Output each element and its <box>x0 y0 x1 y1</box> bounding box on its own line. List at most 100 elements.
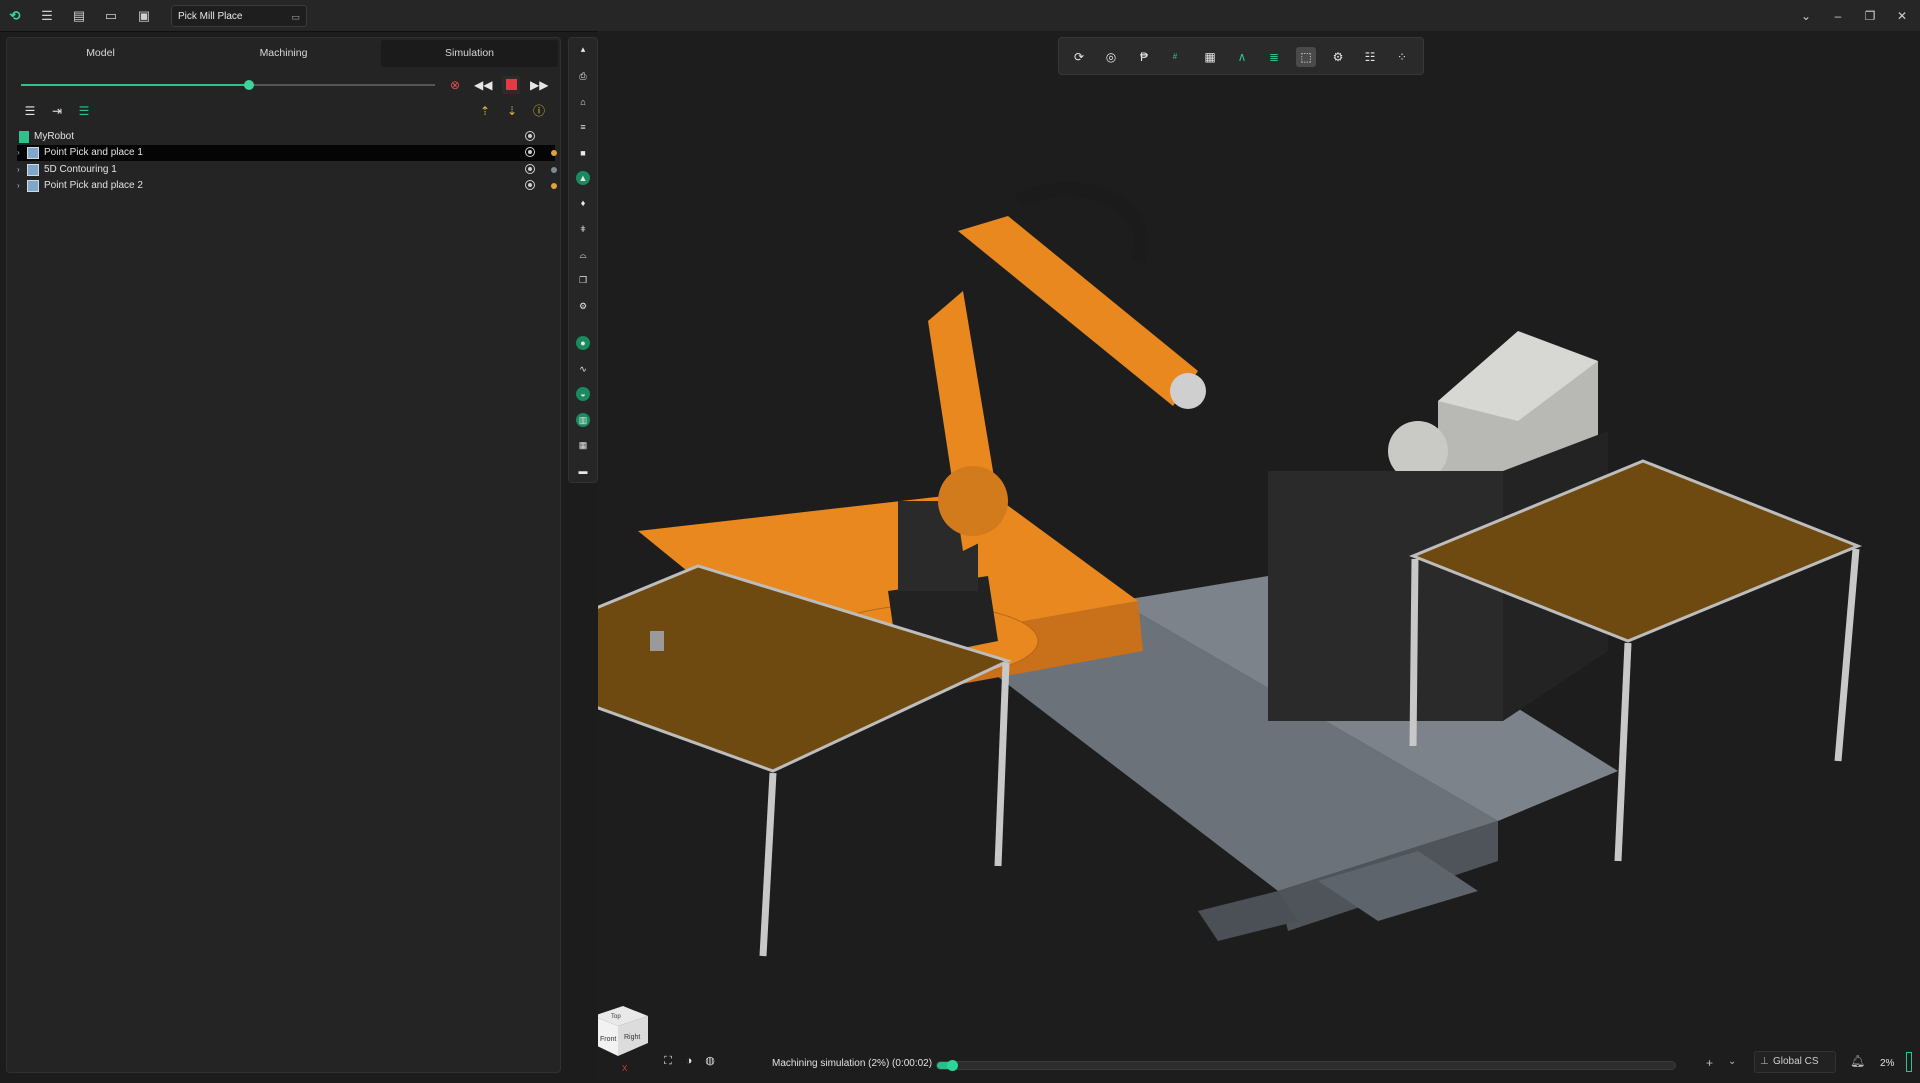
list-view-icon[interactable]: ☰ <box>21 102 39 120</box>
new-file-icon[interactable]: ▤ <box>70 7 88 25</box>
status-text: Machining simulation (2%) (0:00:02) <box>772 1058 933 1069</box>
viewport-toolbar: ⟳ ◎ ₱ # ▦ ∧ ≣ ⬚ ⚙ ☷ ⁘ <box>1058 37 1424 75</box>
collision-icon[interactable]: ⬚ <box>1296 47 1316 67</box>
expand-arrow-icon[interactable]: › <box>17 145 27 161</box>
document-menu-icon[interactable]: ▭ <box>291 6 300 28</box>
rewind-button[interactable]: ◀◀ <box>474 76 492 94</box>
status-dot <box>551 183 557 189</box>
detail-view-icon[interactable]: ☰ <box>75 102 93 120</box>
point-op-icon[interactable]: ● <box>576 336 590 350</box>
tab-simulation[interactable]: Simulation <box>381 40 558 67</box>
layers-icon[interactable]: ≣ <box>1264 47 1284 67</box>
visibility-eye-icon[interactable] <box>525 147 535 157</box>
expand-arrow-icon[interactable]: › <box>17 162 27 178</box>
stop-icon <box>505 79 517 91</box>
fixture-icon[interactable]: ⌓ <box>576 248 590 262</box>
tree-label: 5D Contouring 1 <box>44 164 117 175</box>
title-bar: ⟲ ☰ ▤ ▭ ▣ Pick Mill Place ▭ ⌄ – ❐ ✕ <box>0 0 1920 32</box>
3d-viewport[interactable]: Front Right Top Z X <box>454 31 1920 1080</box>
tree-item-5d-contouring-1[interactable]: › 5D Contouring 1 <box>17 162 557 178</box>
tree-item-point-pick-and-place-2[interactable]: › Point Pick and place 2 <box>17 178 557 194</box>
simulation-slider[interactable] <box>21 80 435 90</box>
sliders-icon[interactable]: ☷ <box>1360 47 1380 67</box>
tree-item-point-pick-and-place-1[interactable]: › Point Pick and place 1 <box>17 145 557 161</box>
simulation-progress-knob[interactable] <box>946 1060 958 1071</box>
tool-path-icon[interactable]: ₱ <box>1134 47 1154 67</box>
shading-icon[interactable]: ◑ <box>681 1053 697 1069</box>
fast-forward-button[interactable]: ▶▶ <box>530 76 548 94</box>
visibility-eye-icon[interactable] <box>525 164 535 174</box>
document-title-field[interactable]: Pick Mill Place ▭ <box>171 5 307 27</box>
visibility-eye-icon[interactable] <box>525 180 535 190</box>
pattern-op-icon[interactable]: ▦ <box>576 438 590 452</box>
simulation-slider-fill <box>21 84 249 86</box>
operation-icon <box>27 147 39 159</box>
tab-bar: Model Machining Simulation <box>9 40 558 67</box>
open-folder-icon[interactable]: ▭ <box>102 7 120 25</box>
x-axis-label: X <box>622 1064 628 1073</box>
indent-view-icon[interactable]: ⇥ <box>48 102 66 120</box>
warning-icon[interactable]: ⓘ <box>530 102 548 120</box>
right-table-leg <box>1614 642 1632 862</box>
add-operation-icon[interactable]: ⇡ <box>476 102 494 120</box>
wave-icon[interactable]: ∧ <box>1232 47 1252 67</box>
gear-icon[interactable]: ⚙ <box>576 299 590 313</box>
square-icon[interactable]: ■ <box>576 146 590 160</box>
notification-bell-icon[interactable]: 🔔︎ <box>1850 1054 1865 1068</box>
surface-op-icon[interactable]: ◒ <box>576 387 590 401</box>
plus-icon[interactable]: + <box>1706 1056 1713 1070</box>
settings-icon[interactable]: ⚙ <box>1328 47 1348 67</box>
spindle-stand <box>1268 471 1503 721</box>
visibility-eye-icon[interactable] <box>525 131 535 141</box>
coordinate-system-selector[interactable]: ⊥ Global CS <box>1754 1051 1836 1073</box>
app-logo-icon[interactable]: ⟲ <box>6 7 24 25</box>
view-buttons: ⛶ ◑ ◍ <box>658 1051 723 1073</box>
add-sub-operation-icon[interactable]: ⇣ <box>503 102 521 120</box>
robot-tool-icon[interactable]: ▲ <box>576 171 590 185</box>
collapse-up-icon[interactable]: ▴ <box>576 42 590 56</box>
tree-item-myrobot[interactable]: MyRobot <box>17 129 555 145</box>
stack-icon[interactable]: ≡ <box>576 120 590 134</box>
tool-icon[interactable]: ǂ <box>576 222 590 236</box>
hamburger-menu-icon[interactable]: ☰ <box>38 7 56 25</box>
robot-gripper <box>1170 373 1206 409</box>
chevron-down-icon[interactable]: ⌄ <box>1796 6 1816 26</box>
restore-button[interactable]: ❐ <box>1860 6 1880 26</box>
progress-percent: 2% <box>1880 1058 1895 1069</box>
simulation-slider-thumb[interactable] <box>243 80 254 90</box>
numbers-icon[interactable]: # <box>1165 47 1185 67</box>
save-icon[interactable]: ▣ <box>135 7 153 25</box>
print-icon[interactable]: ⎙ <box>576 69 590 83</box>
document-title: Pick Mill Place <box>178 11 243 22</box>
operation-icon <box>27 164 39 176</box>
coordinate-system-label: Global CS <box>1773 1056 1819 1067</box>
orbit-icon[interactable]: ⟳ <box>1069 47 1089 67</box>
tab-model[interactable]: Model <box>9 40 192 67</box>
robot-joint <box>938 466 1008 536</box>
stop-button[interactable] <box>502 76 520 94</box>
expand-arrow-icon[interactable]: › <box>17 178 27 194</box>
view-cube-front-label: Front <box>600 1036 616 1043</box>
status-dot <box>551 167 557 173</box>
minimize-button[interactable]: – <box>1828 6 1848 26</box>
view-cube-top-label: Top <box>611 1014 621 1020</box>
zoom-icon[interactable]: ◎ <box>1101 47 1121 67</box>
left-table-leg <box>759 772 777 957</box>
robot-icon <box>19 131 29 143</box>
contour-op-icon[interactable]: ▥ <box>576 413 590 427</box>
fit-view-icon[interactable]: ⛶ <box>660 1053 676 1069</box>
message-icon[interactable]: ▬ <box>576 464 590 478</box>
grid-dots-icon[interactable]: ⁘ <box>1392 47 1412 67</box>
left-table-leg <box>994 662 1010 867</box>
chevron-down-icon[interactable]: ⌄ <box>1728 1056 1736 1067</box>
display-icon[interactable]: ▦ <box>1200 47 1220 67</box>
curve-op-icon[interactable]: ∿ <box>576 362 590 376</box>
close-button[interactable]: ✕ <box>1892 6 1912 26</box>
simulation-progress-bar[interactable] <box>936 1060 1676 1071</box>
tool-holder-icon[interactable]: ♦ <box>576 196 590 210</box>
home-icon[interactable]: ⌂ <box>576 95 590 109</box>
tab-machining[interactable]: Machining <box>192 40 375 67</box>
cancel-simulation-icon[interactable]: ⊗ <box>446 76 464 94</box>
part-icon[interactable]: ❐ <box>576 273 590 287</box>
wireframe-icon[interactable]: ◍ <box>702 1053 718 1069</box>
